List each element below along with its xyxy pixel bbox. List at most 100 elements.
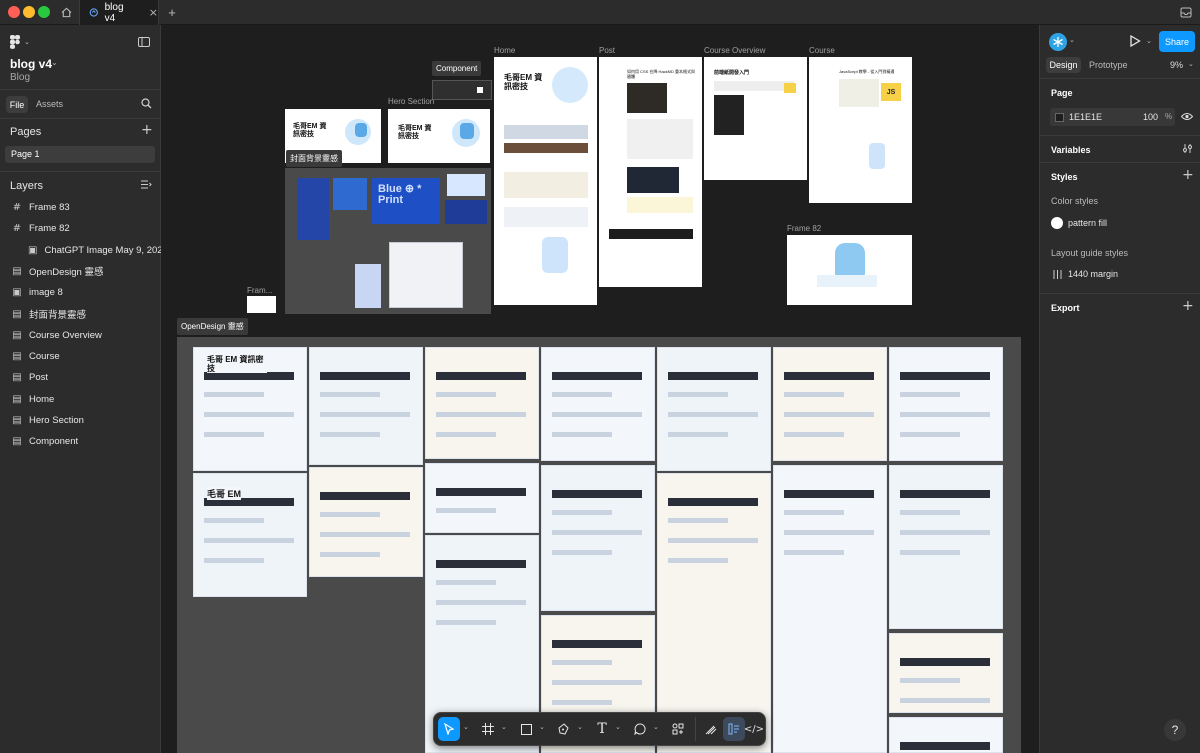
variables-title[interactable]: Variables — [1051, 145, 1091, 155]
move-chevron-icon[interactable]: ⌄ — [463, 723, 469, 731]
pattern-fill-style[interactable]: pattern fill — [1068, 218, 1107, 228]
text-chevron-icon[interactable]: ⌄ — [615, 723, 621, 731]
layers-options-button[interactable] — [141, 180, 152, 192]
main-menu-button[interactable]: ⌄ — [10, 35, 30, 49]
frame-small-label[interactable]: Fram... — [247, 286, 272, 295]
hero-section-label[interactable]: Hero Section — [388, 97, 434, 106]
shape-tool-button[interactable] — [515, 717, 537, 741]
design-thumbnail[interactable] — [773, 465, 887, 753]
close-tab-icon[interactable]: × — [149, 6, 158, 19]
dev-mode-button[interactable]: </> — [743, 717, 765, 741]
close-window-button[interactable] — [8, 6, 20, 18]
present-chevron-icon[interactable]: ⌄ — [1146, 37, 1152, 45]
visibility-button[interactable] — [1180, 112, 1194, 124]
frame-chevron-icon[interactable]: ⌄ — [501, 723, 507, 731]
shape-chevron-icon[interactable]: ⌄ — [539, 723, 545, 731]
home-tab[interactable] — [55, 0, 77, 25]
project-name[interactable]: Blog — [10, 72, 30, 83]
text-tool-button[interactable]: T — [591, 717, 613, 741]
design-thumbnail[interactable] — [889, 717, 1003, 753]
help-button[interactable]: ? — [1164, 719, 1186, 741]
pen-chevron-icon[interactable]: ⌄ — [577, 723, 583, 731]
page-opacity[interactable]: 100 — [1143, 112, 1158, 122]
tab-file[interactable]: File — [6, 96, 28, 113]
opendesign-section[interactable]: 毛哥 EM 資訊密技 毛哥 EM — [177, 337, 1021, 753]
layer-item[interactable]: ▤ Home — [0, 389, 161, 410]
margin-style[interactable]: 1440 margin — [1068, 269, 1118, 279]
canvas[interactable]: Component Hero Section 毛哥EM 資訊密技 毛哥EM 資訊… — [161, 25, 1039, 753]
zoom-chevron-icon[interactable]: ⌄ — [1188, 60, 1194, 68]
move-tool-button[interactable] — [438, 717, 460, 741]
component-label[interactable]: Component — [432, 61, 482, 76]
panel-toggle-button[interactable] — [138, 37, 150, 50]
layer-item[interactable]: ▤ Course Overview — [0, 325, 161, 346]
frame-tool-button[interactable] — [477, 717, 499, 741]
share-button[interactable]: Share — [1159, 31, 1195, 52]
present-button[interactable] — [1129, 34, 1141, 50]
design-thumbnail[interactable] — [773, 347, 887, 461]
frame82-label[interactable]: Frame 82 — [787, 224, 821, 233]
design-mode-button[interactable] — [723, 717, 745, 741]
file-name[interactable]: blog v4 — [10, 57, 52, 71]
tab-design[interactable]: Design — [1046, 57, 1081, 73]
layer-item[interactable]: ▣ ChatGPT Image May 9, 2026, 08_ — [0, 240, 161, 261]
page-color-hex[interactable]: 1E1E1E — [1069, 112, 1102, 122]
design-thumbnail[interactable] — [657, 473, 771, 753]
layer-item[interactable]: ▤ OpenDesign 靈感 — [0, 261, 161, 282]
design-thumbnail[interactable] — [889, 633, 1003, 713]
opendesign-label[interactable]: OpenDesign 靈感 — [177, 318, 248, 335]
avatar[interactable] — [1049, 33, 1067, 51]
zoom-level[interactable]: 9% — [1170, 60, 1183, 70]
add-style-button[interactable]: + — [1182, 167, 1194, 183]
layer-item[interactable]: ▤ Post — [0, 367, 161, 388]
post-frame-label[interactable]: Post — [599, 46, 615, 55]
design-thumbnail[interactable] — [889, 465, 1003, 629]
post-frame[interactable]: 如何用 CSS 在降 HackMD 重本格式與國體 — [599, 57, 702, 287]
design-thumbnail[interactable] — [657, 347, 771, 471]
component-frame[interactable] — [432, 80, 492, 100]
sidebar-toggle-button[interactable] — [1178, 0, 1194, 25]
search-button[interactable] — [141, 98, 152, 112]
add-export-button[interactable]: + — [1182, 298, 1194, 314]
course-frame-label[interactable]: Course — [809, 46, 835, 55]
comment-tool-button[interactable] — [629, 717, 651, 741]
frame82[interactable] — [787, 235, 912, 305]
course-frame[interactable]: JavaScript 教學 - 從入門到精通 JS — [809, 57, 912, 203]
color-swatch[interactable] — [1055, 113, 1064, 122]
cover-inspiration-label[interactable]: 封面背景靈感 — [286, 150, 342, 167]
variables-button[interactable] — [1182, 143, 1193, 157]
course-overview-frame[interactable]: 前端紙開發入門 — [704, 57, 807, 180]
add-page-button[interactable]: + — [141, 122, 153, 138]
layer-item[interactable]: ▤ Course — [0, 346, 161, 367]
page-color-field[interactable]: 1E1E1E 100 % — [1050, 108, 1175, 126]
pen-tool-button[interactable] — [553, 717, 575, 741]
layer-item[interactable]: ▤ Component — [0, 431, 161, 452]
small-frame[interactable] — [247, 296, 276, 313]
draw-mode-button[interactable] — [700, 717, 722, 741]
home-frame[interactable]: 毛哥EM 資訊密技 — [494, 57, 597, 305]
cover-inspiration-section[interactable]: Blue ⊕ * Print — [285, 168, 491, 314]
pattern-fill-swatch[interactable] — [1051, 217, 1063, 229]
avatar-chevron-icon[interactable]: ⌄ — [1069, 36, 1075, 44]
tab-assets[interactable]: Assets — [36, 99, 63, 109]
page-item-page-1[interactable]: Page 1 — [5, 146, 155, 163]
maximize-window-button[interactable] — [38, 6, 50, 18]
comment-chevron-icon[interactable]: ⌄ — [653, 723, 659, 731]
design-thumbnail[interactable] — [425, 463, 539, 533]
layer-item[interactable]: # Frame 82 — [0, 218, 161, 239]
design-thumbnail[interactable] — [541, 465, 655, 611]
home-frame-label[interactable]: Home — [494, 46, 515, 55]
layer-item[interactable]: # Frame 83 — [0, 197, 161, 218]
design-thumbnail[interactable] — [309, 347, 423, 465]
file-menu-chevron-icon[interactable]: ⌄ — [51, 58, 58, 67]
layer-item[interactable]: ▤ 封面背景靈感 — [0, 304, 161, 325]
course-overview-label[interactable]: Course Overview — [704, 46, 765, 55]
layer-item[interactable]: ▤ Hero Section — [0, 410, 161, 431]
design-thumbnail[interactable] — [425, 347, 539, 459]
actions-tool-button[interactable] — [667, 717, 689, 741]
design-thumbnail[interactable] — [541, 347, 655, 461]
tab-prototype[interactable]: Prototype — [1089, 60, 1128, 70]
hero-frame-2[interactable]: 毛哥EM 資訊密技 — [388, 109, 490, 163]
layer-item[interactable]: ▣ image 8 — [0, 282, 161, 303]
design-thumbnail[interactable] — [309, 467, 423, 577]
